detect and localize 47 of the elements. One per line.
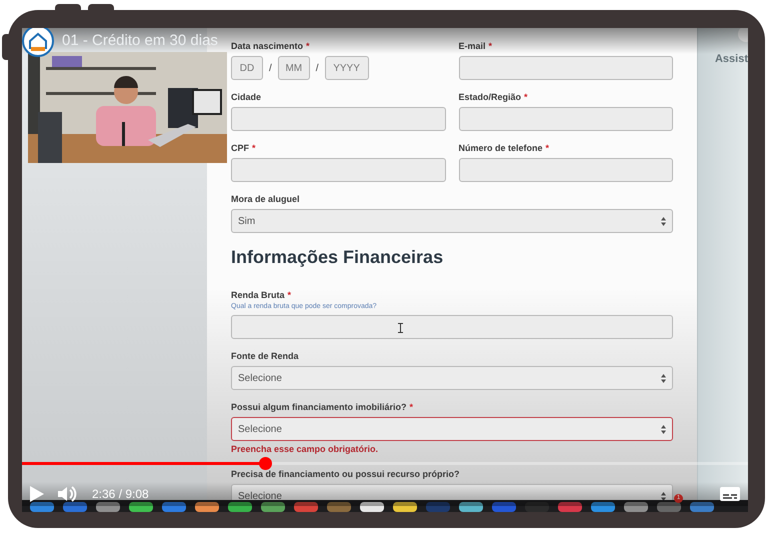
text-input[interactable] [458,158,673,182]
field-label: CPF [231,143,249,154]
text-input[interactable] [458,107,673,131]
date-input[interactable]: YYYY [324,56,369,80]
panel-text: Assist [714,53,748,65]
select-field[interactable]: Selecione [231,484,673,500]
text-input[interactable] [231,158,446,182]
required-asterisk: * [252,143,256,154]
select-arrows-icon [661,216,666,226]
select-arrows-icon [661,424,666,434]
required-asterisk: * [306,41,310,52]
field-label: Fonte de Renda [231,351,299,362]
select-arrows-icon [661,492,666,500]
date-separator: / [269,62,272,74]
video-title: 01 - Crédito em 30 dias [62,32,218,49]
field-label: Precisa de financiamento ou possui recurso próprio? [231,469,460,480]
required-asterisk: * [288,290,292,301]
house-logo-icon [22,28,54,57]
text-input[interactable] [231,315,673,339]
field-label: Mora de aluguel [231,194,300,205]
select-arrows-icon [661,374,666,382]
required-asterisk: * [524,92,528,103]
required-asterisk: * [410,402,414,413]
captions-icon[interactable] [720,487,740,501]
section-heading: Informações Financeiras [231,246,444,268]
select-field[interactable]: Selecione [231,417,673,441]
field-label: Renda Bruta [231,290,285,301]
required-asterisk: * [546,143,550,154]
field-label: Data nascimento [231,41,304,52]
select-field[interactable]: Sim [231,209,673,233]
date-input[interactable]: MM [278,56,310,80]
error-message: Preencha esse campo obrigatório. [231,444,380,455]
time-display: 2:36 / 9:08 [92,487,149,501]
select-field[interactable]: Selecione [231,366,673,390]
field-label: Número de telefone [458,143,543,154]
volume-icon[interactable] [58,486,78,502]
date-separator: / [316,62,319,74]
text-input[interactable] [458,56,673,80]
play-icon[interactable] [30,486,44,502]
field-label: Estado/Região [458,92,522,103]
required-asterisk: * [488,41,492,52]
field-label: Possui algum financiamento imobiliário? [231,402,407,413]
field-label: Cidade [231,92,262,103]
field-label: E-mail [458,41,486,52]
date-input[interactable]: DD [231,56,263,80]
text-cursor-icon [398,323,403,333]
text-input[interactable] [231,107,446,131]
